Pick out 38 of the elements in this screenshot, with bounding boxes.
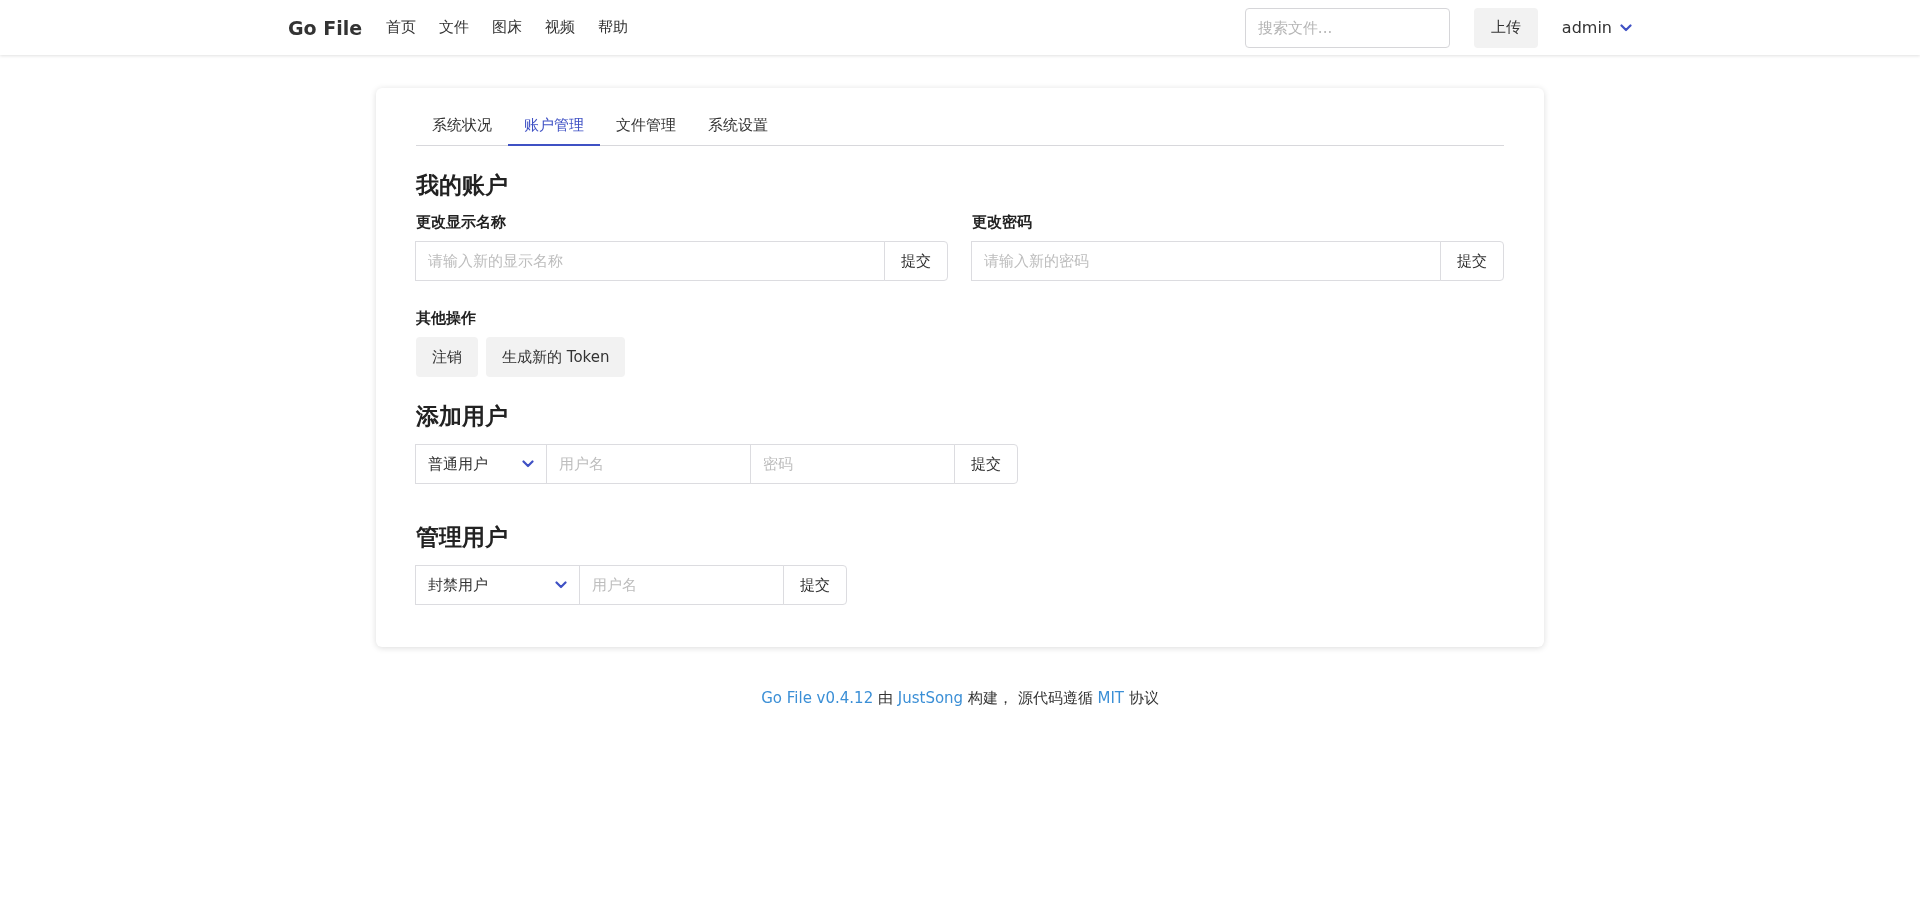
nav-link[interactable]: 首页 xyxy=(386,18,417,37)
nav-link[interactable]: 视频 xyxy=(545,18,576,37)
nav-link[interactable]: 文件 xyxy=(439,18,470,37)
tab[interactable]: 文件管理 xyxy=(600,108,692,146)
nav-link[interactable]: 图床 xyxy=(492,18,523,37)
password-field[interactable]: 密码 xyxy=(750,444,955,484)
footer-text: Go File v0.4.12 由 JustSong 构建， 源代码遵循 MIT 协议 xyxy=(760,689,1160,708)
tab[interactable]: 账户管理 xyxy=(508,108,600,146)
password-field[interactable]: 请输入新的密码 xyxy=(971,241,1441,281)
field-label: 更改密码 xyxy=(972,213,1033,232)
footer-link[interactable]: JustSong xyxy=(897,689,964,707)
chevron-down-icon xyxy=(522,460,534,468)
section-heading: 我的账户 xyxy=(416,171,509,200)
section-heading: 管理用户 xyxy=(416,523,509,552)
submit-button[interactable]: 提交 xyxy=(884,241,948,281)
section-heading: 添加用户 xyxy=(416,402,509,431)
user-menu[interactable]: admin xyxy=(1561,7,1632,48)
submit-button[interactable]: 提交 xyxy=(783,565,847,605)
display-name-field[interactable]: 请输入新的显示名称 xyxy=(415,241,885,281)
username-field[interactable]: 用户名 xyxy=(546,444,751,484)
tab[interactable]: 系统设置 xyxy=(692,108,784,146)
dropdown[interactable]: 封禁用户 xyxy=(415,565,580,605)
submit-button[interactable]: 提交 xyxy=(954,444,1018,484)
username-field[interactable]: 用户名 xyxy=(579,565,784,605)
submit-button[interactable]: 提交 xyxy=(1440,241,1504,281)
dropdown[interactable]: 普通用户 xyxy=(415,444,547,484)
action-button[interactable]: 注销 xyxy=(416,337,478,377)
brand-logo[interactable]: Go File xyxy=(288,16,363,39)
chevron-down-icon xyxy=(555,581,567,589)
upload-button[interactable]: 上传 xyxy=(1473,7,1538,48)
field-label: 其他操作 xyxy=(416,309,477,328)
action-button[interactable]: 生成新的 Token xyxy=(486,337,626,377)
nav-link[interactable]: 帮助 xyxy=(598,18,629,37)
field-label: 更改显示名称 xyxy=(416,213,507,232)
search-field[interactable]: 搜索文件... xyxy=(1244,7,1450,48)
footer-link[interactable]: Go File v0.4.12 xyxy=(761,689,874,707)
chevron-down-icon xyxy=(1620,23,1632,32)
tab[interactable]: 系统状况 xyxy=(416,108,508,146)
